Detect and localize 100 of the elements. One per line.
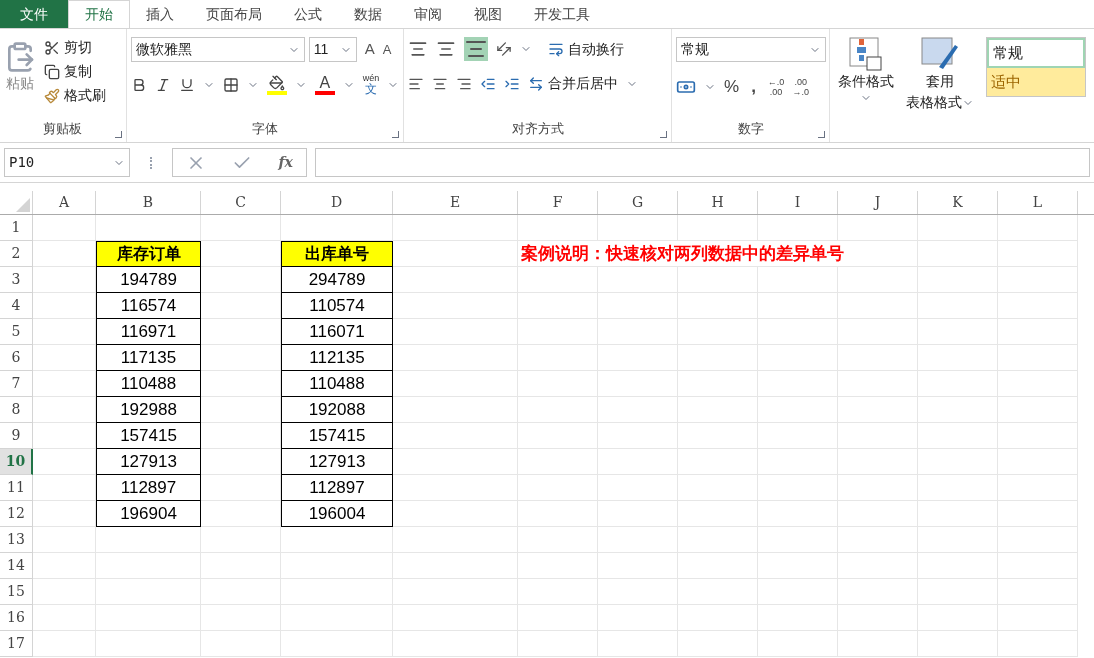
middle-align-icon[interactable] (436, 39, 457, 59)
sheet-cell[interactable] (678, 423, 758, 449)
sheet-cell[interactable] (281, 553, 393, 579)
format-painter-button[interactable]: 格式刷 (44, 85, 106, 106)
ribbon-tab[interactable]: 数据 (338, 0, 398, 28)
sheet-cell[interactable] (998, 527, 1078, 553)
sheet-cell[interactable] (33, 579, 96, 605)
copy-button[interactable]: 复制 (44, 61, 106, 82)
sheet-cell[interactable] (838, 579, 918, 605)
sheet-cell[interactable] (838, 267, 918, 293)
borders-icon[interactable] (222, 76, 239, 93)
sheet-cell[interactable] (918, 215, 998, 241)
sheet-cell[interactable] (598, 345, 678, 371)
sheet-cell[interactable] (33, 605, 96, 631)
sheet-cell[interactable] (758, 553, 838, 579)
sheet-cell[interactable] (96, 579, 201, 605)
column-header[interactable]: E (393, 191, 518, 214)
sheet-cell[interactable] (33, 319, 96, 345)
sheet-cell[interactable] (918, 345, 998, 371)
row-header[interactable]: 10 (0, 449, 33, 475)
sheet-cell[interactable] (201, 449, 281, 475)
sheet-cell[interactable] (598, 215, 678, 241)
sheet-cell[interactable] (201, 371, 281, 397)
sheet-cell[interactable] (998, 345, 1078, 371)
formula-field[interactable] (315, 148, 1090, 177)
column-header[interactable]: L (998, 191, 1078, 214)
sheet-cell[interactable] (201, 631, 281, 657)
row-header[interactable]: 7 (0, 371, 33, 397)
sheet-cell[interactable] (598, 293, 678, 319)
row-header[interactable]: 13 (0, 527, 33, 553)
decrease-decimal-button[interactable]: .00 →.0 (792, 76, 809, 97)
ribbon-tab[interactable]: 插入 (130, 0, 190, 28)
comma-button[interactable]: , (747, 74, 760, 100)
sheet-cell[interactable] (918, 605, 998, 631)
column-header[interactable]: J (838, 191, 918, 214)
sheet-cell[interactable] (838, 215, 918, 241)
sheet-cell[interactable] (838, 449, 918, 475)
dialog-launcher-icon[interactable] (392, 131, 400, 138)
sheet-cell[interactable] (998, 293, 1078, 319)
merge-center-button[interactable]: 合并后居中 (528, 73, 619, 94)
sheet-cell[interactable] (998, 267, 1078, 293)
sheet-cell[interactable] (918, 579, 998, 605)
phonetic-button[interactable]: wén 文 (362, 74, 380, 95)
sheet-cell[interactable] (998, 215, 1078, 241)
sheet-cell[interactable] (33, 423, 96, 449)
sheet-cell[interactable] (518, 475, 598, 501)
sheet-cell[interactable] (838, 293, 918, 319)
sheet-cell[interactable] (33, 215, 96, 241)
sheet-cell[interactable] (393, 345, 518, 371)
sheet-cell[interactable] (201, 423, 281, 449)
sheet-cell[interactable] (678, 631, 758, 657)
row-header[interactable]: 4 (0, 293, 33, 319)
font-size-field[interactable]: 11 (308, 37, 357, 62)
column-header[interactable]: A (33, 191, 96, 214)
row-header[interactable]: 14 (0, 553, 33, 579)
column-header[interactable]: I (758, 191, 838, 214)
sheet-cell[interactable] (678, 293, 758, 319)
row-header[interactable]: 8 (0, 397, 33, 423)
sheet-cell[interactable] (201, 579, 281, 605)
sheet-cell[interactable] (598, 371, 678, 397)
sheet-cell[interactable] (518, 579, 598, 605)
sheet-cell[interactable] (393, 319, 518, 345)
column-header[interactable]: B (96, 191, 201, 214)
cut-button[interactable]: 剪切 (44, 37, 106, 58)
sheet-cell[interactable] (281, 605, 393, 631)
sheet-cell[interactable] (918, 553, 998, 579)
sheet-cell[interactable] (518, 267, 598, 293)
sheet-cell[interactable] (201, 553, 281, 579)
sheet-cell[interactable] (518, 501, 598, 527)
column-header[interactable]: F (518, 191, 598, 214)
sheet-cell[interactable] (598, 527, 678, 553)
sheet-cell[interactable] (758, 527, 838, 553)
row-header[interactable]: 3 (0, 267, 33, 293)
sheet-cell[interactable] (33, 345, 96, 371)
row-header[interactable]: 5 (0, 319, 33, 345)
sheet-cell[interactable] (758, 449, 838, 475)
sheet-cell[interactable] (96, 631, 201, 657)
ribbon-tab[interactable]: 页面布局 (190, 0, 278, 28)
sheet-cell[interactable] (998, 579, 1078, 605)
sheet-cell[interactable] (393, 475, 518, 501)
sheet-cell[interactable] (758, 215, 838, 241)
sheet-cell[interactable] (918, 371, 998, 397)
sheet-cell[interactable] (33, 475, 96, 501)
sheet-cell[interactable] (998, 319, 1078, 345)
sheet-cell[interactable] (758, 579, 838, 605)
row-header[interactable]: 11 (0, 475, 33, 501)
sheet-cell[interactable] (758, 293, 838, 319)
sheet-cell[interactable] (758, 501, 838, 527)
sheet-cell[interactable] (281, 631, 393, 657)
sheet-cell[interactable] (393, 423, 518, 449)
sheet-cell[interactable] (518, 423, 598, 449)
sheet-cell[interactable] (838, 423, 918, 449)
wrap-text-button[interactable]: 自动换行 (548, 38, 625, 60)
font-name-field[interactable]: 微软雅黑 (130, 37, 305, 62)
sheet-cell[interactable] (998, 605, 1078, 631)
sheet-cell[interactable] (678, 605, 758, 631)
sheet-cell[interactable] (758, 267, 838, 293)
sheet-cell[interactable] (998, 423, 1078, 449)
sheet-cell[interactable] (918, 241, 998, 267)
sheet-cell[interactable] (678, 215, 758, 241)
